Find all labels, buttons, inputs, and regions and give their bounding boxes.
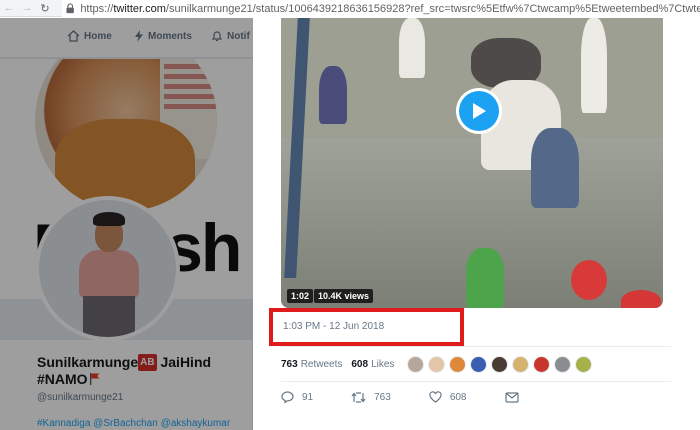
retweet-count: 763 (374, 391, 391, 403)
liker-avatar[interactable] (407, 355, 425, 373)
like-count: 608 (449, 391, 467, 403)
liker-avatar[interactable] (449, 355, 467, 373)
heart-icon (429, 391, 442, 403)
video-views-badge: 10.4K views (314, 289, 374, 303)
liker-avatar[interactable] (491, 355, 509, 373)
reply-icon (281, 391, 294, 403)
tweet-modal: 1:02 10.4K views 1:03 PM - 12 Jun 2018 7… (253, 18, 700, 430)
retweet-button[interactable]: 763 (351, 392, 391, 403)
tweet-actions: 91 763 608 (281, 382, 671, 412)
tweet-stats: 763 Retweets 608 Likes (281, 346, 671, 382)
address-bar[interactable]: https://twitter.com/sunilkarmunge21/stat… (62, 0, 700, 17)
liker-avatar[interactable] (533, 355, 551, 373)
likes-stat[interactable]: 608 Likes (351, 359, 394, 370)
like-button[interactable]: 608 (429, 391, 467, 403)
back-arrow-icon[interactable]: ← (0, 0, 18, 17)
liker-avatar[interactable] (428, 355, 446, 373)
envelope-icon (504, 391, 519, 403)
message-button[interactable] (504, 391, 527, 403)
reload-icon[interactable]: ↻ (36, 0, 54, 17)
retweet-icon (351, 391, 366, 403)
red-highlight-box (269, 308, 464, 346)
liker-avatar[interactable] (470, 355, 488, 373)
liker-avatars (407, 355, 596, 373)
liker-avatar[interactable] (512, 355, 530, 373)
liker-avatar[interactable] (554, 355, 572, 373)
play-button[interactable] (456, 88, 502, 134)
lock-icon (66, 3, 74, 14)
reply-count: 91 (302, 391, 314, 403)
reply-button[interactable]: 91 (281, 391, 313, 403)
video-player[interactable]: 1:02 10.4K views (281, 18, 663, 308)
retweets-stat[interactable]: 763 Retweets (281, 359, 342, 370)
video-duration-badge: 1:02 (287, 289, 314, 303)
browser-toolbar: ← → ↻ https://twitter.com/sunilkarmunge2… (0, 0, 700, 17)
forward-arrow-icon[interactable]: → (18, 0, 36, 17)
url-text: https://twitter.com/sunilkarmunge21/stat… (80, 2, 700, 15)
play-icon (473, 103, 486, 119)
liker-avatar[interactable] (575, 355, 593, 373)
